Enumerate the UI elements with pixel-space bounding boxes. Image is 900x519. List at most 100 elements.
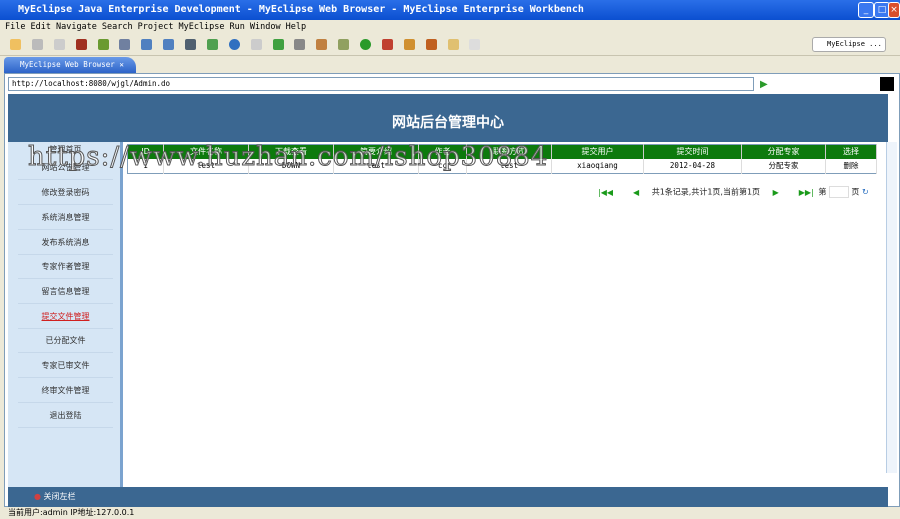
menu-edit[interactable]: Edit — [30, 22, 50, 32]
file-table: ID 文件名称 下载查看 简要介绍 作者 联系方式 提交用户 提交时间 分配专家… — [127, 144, 877, 174]
first-page-icon[interactable]: |◀◀ — [598, 188, 613, 197]
close-sidebar-icon: ● — [34, 492, 44, 501]
menu-window[interactable]: Window — [250, 22, 281, 32]
sidebar-item[interactable]: 退出登陆 — [18, 404, 113, 428]
sidebar-item[interactable]: 修改登录密码 — [18, 181, 113, 205]
cell-author: cc — [418, 158, 467, 174]
server-icon[interactable] — [119, 39, 131, 50]
save-icon[interactable] — [31, 39, 43, 50]
window-title-bar: MyEclipse Java Enterprise Development - … — [0, 0, 900, 20]
sidebar-item[interactable]: 网站公告管理 — [18, 156, 113, 180]
url-text: http://localhost:8080/wjgl/Admin.do — [12, 79, 171, 88]
sidebar: 管理首页 网站公告管理 修改登录密码 系统消息管理 发布系统消息 专家作者管理 … — [8, 142, 123, 487]
status-text: 当前用户:admin IP地址:127.0.0.1 — [8, 508, 135, 517]
tab-web-browser[interactable]: MyEclipse Web Browser ✕ — [4, 57, 136, 73]
sidebar-item-active[interactable]: 提交文件管理 — [18, 305, 113, 329]
col-header: 作者 — [418, 144, 467, 159]
window-title: MyEclipse Java Enterprise Development - … — [18, 4, 584, 15]
menu-help[interactable]: Help — [286, 22, 306, 32]
refresh-icon[interactable] — [272, 39, 284, 50]
menu-run[interactable]: Run — [230, 22, 245, 32]
cell-user: xiaoqiang — [551, 158, 644, 174]
menu-search[interactable]: Search — [102, 22, 133, 32]
menu-myeclipse[interactable]: MyEclipse — [178, 22, 224, 32]
menu-project[interactable]: Project — [138, 22, 174, 32]
sidebar-item[interactable]: 专家已审文件 — [18, 354, 113, 378]
page-suffix: 页 — [851, 187, 860, 197]
close-sidebar-link[interactable]: 关闭左栏 — [44, 492, 76, 501]
page-prefix: 第 — [818, 187, 827, 197]
run-icon[interactable] — [360, 39, 371, 50]
perspective-label: MyEclipse ... — [827, 40, 882, 48]
menu-bar: File Edit Navigate Search Project MyEclipse Ru… — [0, 20, 900, 34]
col-header: 文件名称 — [163, 144, 249, 159]
sidebar-item[interactable]: 终审文件管理 — [18, 379, 113, 403]
db-icon[interactable] — [185, 39, 196, 50]
sidebar-item[interactable]: 系统消息管理 — [18, 206, 113, 230]
package-icon[interactable] — [75, 39, 87, 50]
bottom-bar: ● 关闭左栏 — [8, 487, 888, 507]
debug-icon[interactable] — [97, 39, 109, 50]
tools-icon[interactable] — [316, 39, 328, 50]
page-title: 网站后台管理中心 — [392, 115, 504, 131]
page-number-input[interactable] — [828, 186, 849, 198]
edit-icon[interactable] — [250, 39, 262, 50]
go-icon[interactable]: ▶ — [760, 79, 768, 90]
pager-summary: 共1条记录,共计1页,当前第1页 — [651, 187, 761, 197]
sidebar-item[interactable]: 发布系统消息 — [18, 231, 113, 255]
forward-icon[interactable] — [469, 39, 481, 50]
col-header: 联系方式 — [466, 144, 552, 159]
settings-icon[interactable] — [338, 39, 350, 50]
menu-file[interactable]: File — [5, 22, 25, 32]
prev-page-icon[interactable]: ◀ — [633, 188, 639, 197]
vertical-scrollbar[interactable] — [886, 142, 897, 473]
sidebar-item[interactable]: 专家作者管理 — [18, 255, 113, 279]
delete-link[interactable]: 删除 — [825, 158, 877, 174]
sidebar-home[interactable]: 管理首页 — [18, 142, 113, 156]
download-link[interactable]: DOWN — [248, 158, 334, 174]
minimize-button[interactable]: _ — [858, 2, 874, 18]
globe-icon[interactable] — [228, 39, 240, 50]
tab-label: MyEclipse Web Browser — [20, 60, 115, 69]
sidebar-item[interactable]: 已分配文件 — [18, 329, 113, 353]
cell-intro: test — [333, 158, 419, 174]
table-header-row: ID 文件名称 下载查看 简要介绍 作者 联系方式 提交用户 提交时间 分配专家… — [127, 144, 877, 159]
new-icon[interactable] — [10, 39, 21, 50]
col-header: 选择 — [825, 144, 877, 159]
perspective-switcher[interactable]: MyEclipse ... — [812, 37, 886, 52]
print-icon[interactable] — [53, 39, 65, 50]
back-icon[interactable] — [447, 39, 459, 50]
stop-icon[interactable] — [880, 77, 894, 91]
undeploy-icon[interactable] — [163, 39, 175, 50]
last-page-icon[interactable]: ▶▶| — [799, 188, 814, 197]
external-tools-icon[interactable] — [381, 39, 393, 50]
camera-icon[interactable] — [294, 39, 306, 50]
page-header: 网站后台管理中心 — [8, 94, 888, 142]
wizard-icon[interactable] — [206, 39, 218, 50]
col-header: 分配专家 — [741, 144, 826, 159]
toolbar — [0, 34, 900, 56]
cell-time: 2012-04-28 — [643, 158, 742, 174]
assign-expert-link[interactable]: 分配专家 — [741, 158, 826, 174]
url-input[interactable]: http://localhost:8080/wjgl/Admin.do — [8, 77, 754, 91]
col-header: 提交用户 — [551, 144, 644, 159]
table-row: 1 test DOWN test cc test xiaoqiang 2012-… — [127, 158, 877, 174]
col-header: 提交时间 — [643, 144, 742, 159]
cell-id: 1 — [127, 158, 164, 174]
go-page-icon[interactable]: ↻ — [862, 188, 869, 197]
status-bar: 当前用户:admin IP地址:127.0.0.1 — [0, 507, 900, 519]
search-icon[interactable] — [425, 39, 437, 50]
next-page-icon[interactable]: ▶ — [773, 188, 779, 197]
close-button[interactable]: × — [888, 2, 900, 18]
col-header: 下载查看 — [248, 144, 334, 159]
sidebar-item[interactable]: 留言信息管理 — [18, 280, 113, 304]
close-tab-icon[interactable]: ✕ — [119, 60, 124, 69]
col-header: ID — [127, 144, 164, 159]
open-type-icon[interactable] — [403, 39, 415, 50]
col-header: 简要介绍 — [333, 144, 419, 159]
cell-filename: test — [163, 158, 249, 174]
deploy-icon[interactable] — [141, 39, 153, 50]
menu-navigate[interactable]: Navigate — [56, 22, 97, 32]
cell-contact: test — [466, 158, 552, 174]
pagination: |◀◀ ◀ 共1条记录,共计1页,当前第1页 ▶ ▶▶| 第 页 ↻ — [588, 186, 869, 199]
